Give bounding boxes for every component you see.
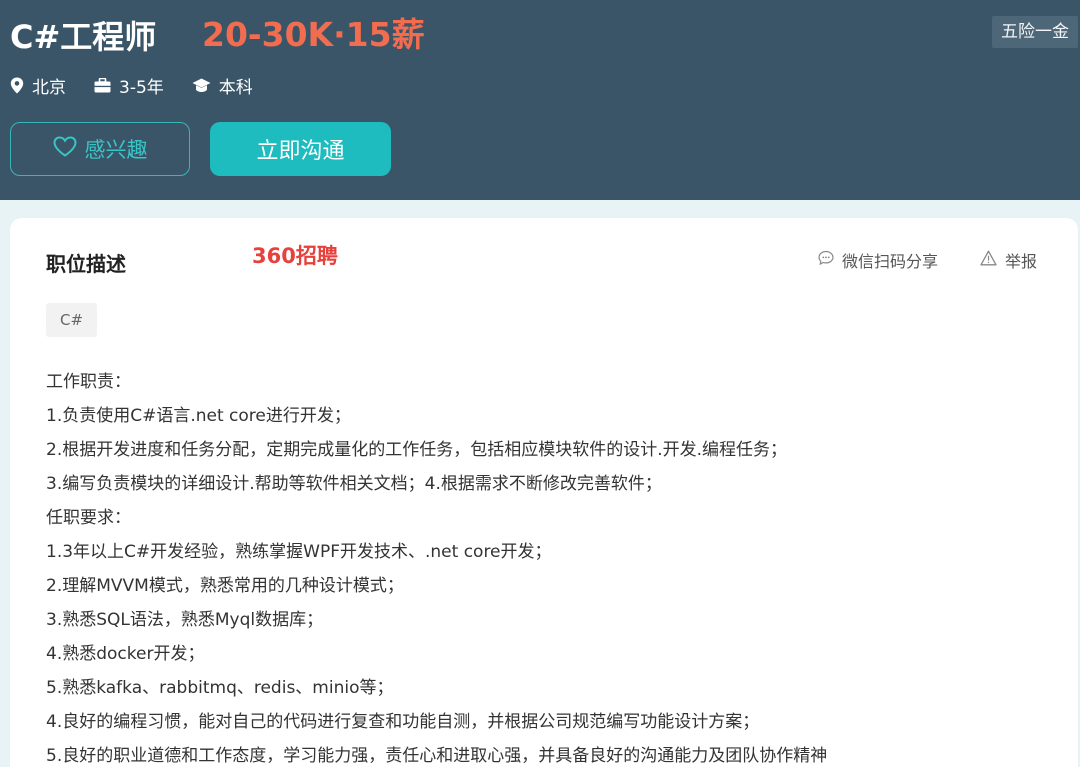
description-line: 3.熟悉SQL语法，熟悉Myql数据库； — [46, 610, 324, 630]
location-pin-icon — [10, 77, 32, 94]
job-meta: 北京 3-5年 本科 — [10, 73, 281, 98]
report-link[interactable]: 举报 — [980, 248, 1037, 272]
description-line: 4.熟悉docker开发； — [46, 644, 205, 664]
meta-location: 北京 — [10, 73, 66, 98]
job-description: 工作职责： 1.负责使用C#语言.net core进行开发； 2.根据开发进度和… — [46, 365, 1056, 767]
interested-label: 感兴趣 — [84, 138, 148, 162]
chat-now-button[interactable]: 立即沟通 — [210, 122, 391, 176]
benefit-badge: 五险一金 — [992, 16, 1078, 48]
description-line: 任职要求： — [46, 508, 131, 528]
wechat-share-link[interactable]: 微信扫码分享 — [818, 248, 938, 272]
description-line: 1.负责使用C#语言.net core进行开发； — [46, 406, 351, 426]
warning-icon — [980, 250, 1005, 270]
description-line: 5.熟悉kafka、rabbitmq、redis、minio等； — [46, 678, 394, 698]
experience-text: 3-5年 — [119, 78, 164, 98]
job-title: C#工程师 — [10, 18, 157, 56]
watermark-text: 360招聘 — [252, 244, 338, 268]
interested-button[interactable]: 感兴趣 — [10, 122, 190, 176]
description-line: 2.理解MVVM模式，熟悉常用的几种设计模式； — [46, 576, 404, 596]
description-line: 3.编写负责模块的详细设计.帮助等软件相关文档；4.根据需求不断修改完善软件； — [46, 474, 662, 494]
salary: 20-30K·15薪 — [202, 15, 425, 54]
share-label: 微信扫码分享 — [842, 252, 939, 271]
chat-bubble-icon — [818, 250, 842, 270]
location-text: 北京 — [32, 78, 66, 98]
heart-icon — [52, 136, 85, 162]
skill-tag[interactable]: C# — [46, 303, 98, 337]
description-line: 1.3年以上C#开发经验，熟练掌握WPF开发技术、.net core开发； — [46, 542, 552, 562]
report-label: 举报 — [1005, 252, 1038, 271]
description-line: 5.良好的职业道德和工作态度，学习能力强，责任心和进取心强，并具备良好的沟通能力… — [46, 746, 828, 766]
meta-experience: 3-5年 — [94, 73, 164, 98]
graduation-cap-icon — [192, 78, 219, 93]
section-title: 职位描述 — [46, 252, 126, 276]
description-line: 2.根据开发进度和任务分配，定期完成量化的工作任务，包括相应模块软件的设计.开发… — [46, 440, 788, 460]
job-description-card: 职位描述 360招聘 微信扫码分享 举报 C# 工作职责： 1.负责使用C#语言… — [10, 218, 1078, 767]
job-header: C#工程师 20-30K·15薪 五险一金 北京 3-5年 本科 感兴趣 立即沟… — [0, 0, 1080, 200]
description-line: 4.良好的编程习惯，能对自己的代码进行复查和功能自测，并根据公司规范编写功能设计… — [46, 712, 760, 732]
education-text: 本科 — [218, 78, 253, 98]
meta-education: 本科 — [192, 73, 253, 98]
description-line: 工作职责： — [46, 372, 131, 392]
briefcase-icon — [94, 78, 119, 93]
